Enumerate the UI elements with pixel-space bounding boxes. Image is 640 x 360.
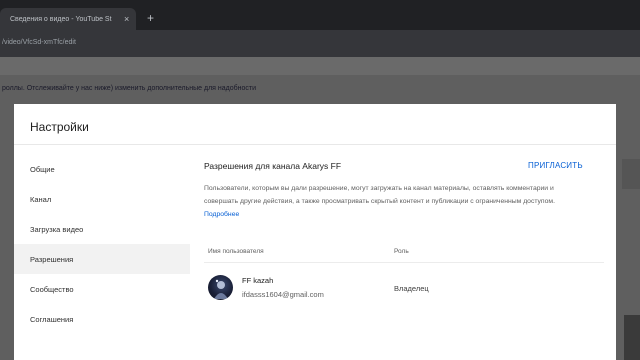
nav-item-channel[interactable]: Канал [14,184,190,214]
permissions-description: Пользователи, которым вы дали разрешение… [204,182,584,221]
invite-button[interactable]: ПРИГЛАСИТЬ [528,161,583,170]
page-header-strip [0,57,640,75]
tab-title: Сведения о видео - YouTube St [10,15,112,23]
close-icon[interactable]: × [124,14,129,24]
nav-item-upload-defaults[interactable]: Загрузка видео [14,214,190,244]
user-row[interactable]: FF kazah ifdasss1604@gmail.com Владелец [204,273,604,307]
dialog-title: Настройки [30,120,89,134]
description-text: Пользователи, которым вы дали разрешение… [204,185,555,205]
address-text: /video/VfcSd-xmTfc/edit [2,39,76,46]
learn-more-link[interactable]: Подробнее [204,211,239,218]
column-header-name: Имя пользователя [208,248,264,255]
page-side-element [624,315,640,360]
address-bar[interactable]: /video/VfcSd-xmTfc/edit [0,30,640,57]
user-role: Владелец [394,284,429,293]
nav-item-community[interactable]: Сообщество [14,274,190,304]
permissions-title: Разрешения для канала Akarys FF [204,161,342,171]
new-tab-button[interactable]: + [147,11,154,25]
settings-nav: Общие Канал Загрузка видео Разрешения Со… [14,145,190,360]
page-banner: роллы. Отслеживайте у нас ниже) изменить… [0,82,640,96]
banner-text: роллы. Отслеживайте у нас ниже) изменить… [2,85,257,92]
browser-tab-strip: Сведения о видео - YouTube St × + [0,0,640,30]
user-email: ifdasss1604@gmail.com [242,290,324,299]
nav-item-permissions[interactable]: Разрешения [14,244,190,274]
settings-dialog: Настройки Общие Канал Загрузка видео Раз… [14,104,616,360]
page-side-element [622,159,640,189]
nav-item-agreements[interactable]: Соглашения [14,304,190,334]
user-name: FF kazah [242,276,274,285]
avatar [208,275,233,300]
nav-item-general[interactable]: Общие [14,154,190,184]
column-header-role: Роль [394,248,409,255]
permissions-panel: Разрешения для канала Akarys FF ПРИГЛАСИ… [204,145,604,360]
divider [204,262,604,263]
browser-tab[interactable]: Сведения о видео - YouTube St × [0,8,136,30]
